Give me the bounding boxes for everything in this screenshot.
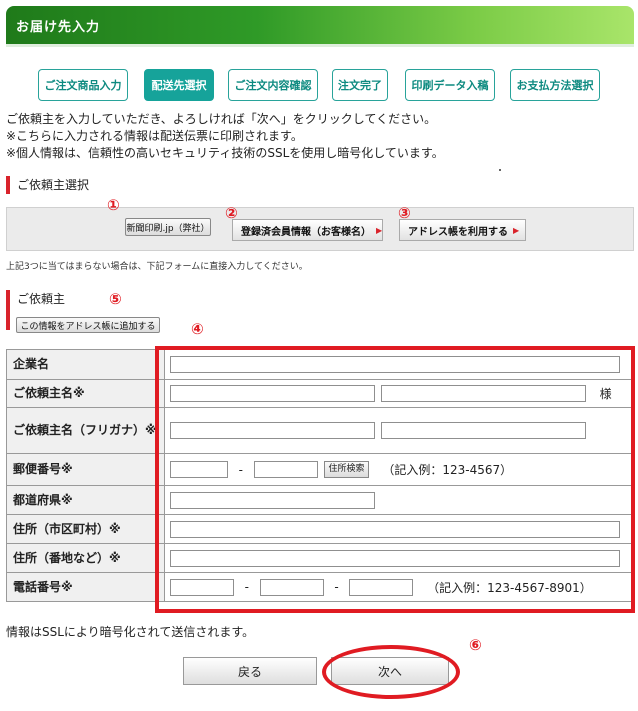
zip-cell: - 住所検索 （記入例：123-4567） <box>164 453 634 486</box>
registered-member-label: 登録済会員情報（お客様名） <box>241 226 371 238</box>
step-order-complete[interactable]: 注文完了 <box>332 69 388 101</box>
phone-separator: - <box>244 580 249 594</box>
phone-label: 電話番号※ <box>6 572 165 602</box>
annotation-number: ② <box>225 204 238 222</box>
back-button[interactable]: 戻る <box>183 657 317 685</box>
annotation-number: ① <box>107 196 120 214</box>
name-suffix: 様 <box>599 387 612 401</box>
annotation-number: ⑥ <box>469 636 482 654</box>
prefecture-input[interactable] <box>170 491 375 509</box>
last-name-input[interactable] <box>170 385 375 402</box>
zip-second-input[interactable] <box>253 461 318 478</box>
first-name-input[interactable] <box>380 385 586 402</box>
page-title: お届け先入力 <box>16 20 101 35</box>
step-order-items[interactable]: ご注文商品入力 <box>38 69 128 101</box>
company-cell <box>164 349 634 380</box>
city-label: 住所（市区町村）※ <box>6 514 165 544</box>
step-print-data-upload[interactable]: 印刷データ入稿 <box>405 69 495 101</box>
city-input[interactable] <box>170 520 620 538</box>
annotation-number: ④ <box>191 320 204 338</box>
name-label: ご依頼主名※ <box>6 379 165 408</box>
zip-hint: （記入例：123-4567） <box>382 463 513 477</box>
street-input[interactable] <box>170 549 620 567</box>
intro-line: ※個人情報は、信頼性の高いセキュリティ技術のSSLを使用し暗号化しています。 <box>6 146 444 160</box>
form-row-city: 住所（市区町村）※ <box>6 514 634 544</box>
ssl-note: 情報はSSLにより暗号化されて送信されます。 <box>6 625 255 639</box>
first-name-kana-input[interactable] <box>380 422 586 439</box>
phone-hint: （記入例：123-4567-8901） <box>427 580 592 595</box>
prefecture-cell <box>164 485 634 515</box>
intro-text: ご依頼主を入力していただき、よろしければ「次へ」をクリックしてください。 ※こち… <box>6 111 444 162</box>
arrow-right-icon: ▶ <box>376 225 383 235</box>
form-row-company: 企業名 <box>6 349 634 380</box>
city-cell <box>164 514 634 544</box>
company-input[interactable] <box>170 356 620 373</box>
annotation-number: ③ <box>398 204 411 222</box>
own-company-button[interactable]: 新聞印刷.jp（弊社） <box>125 218 211 236</box>
form-row-zip: 郵便番号※ - 住所検索 （記入例：123-4567） <box>6 453 634 486</box>
page-header: お届け先入力 <box>6 6 634 44</box>
direct-input-note: 上記3つに当てはまらない場合は、下記フォームに直接入力してください。 <box>6 262 308 272</box>
registered-member-button[interactable]: 登録済会員情報（お客様名） ▶ <box>232 219 383 241</box>
zip-label: 郵便番号※ <box>6 453 165 486</box>
street-cell <box>164 543 634 573</box>
next-button[interactable]: 次へ <box>331 657 449 685</box>
stray-dot <box>499 169 501 171</box>
intro-line: ご依頼主を入力していただき、よろしければ「次へ」をクリックしてください。 <box>6 112 437 126</box>
form-row-name: ご依頼主名※ 様 <box>6 379 634 408</box>
prefecture-label: 都道府県※ <box>6 485 165 515</box>
phone-separator: - <box>334 580 339 594</box>
requester-heading: ご依頼主 <box>17 292 66 306</box>
annotation-number: ⑤ <box>109 290 122 308</box>
kana-cell <box>164 407 634 454</box>
requester-select-box: 新聞印刷.jp（弊社） 登録済会員情報（お客様名） ▶ アドレス帳を利用する ▶ <box>6 207 634 251</box>
intro-line: ※こちらに入力される情報は配送伝票に印刷されます。 <box>6 129 303 143</box>
form-row-prefecture: 都道府県※ <box>6 485 634 515</box>
requester-select-heading: ご依頼主選択 <box>6 176 89 194</box>
zip-first-input[interactable] <box>170 461 228 478</box>
kana-label: ご依頼主名（フリガナ）※ <box>6 407 165 454</box>
step-order-confirm[interactable]: ご注文内容確認 <box>228 69 318 101</box>
phone-third-input[interactable] <box>349 578 414 596</box>
form-row-street: 住所（番地など）※ <box>6 543 634 573</box>
street-label: 住所（番地など）※ <box>6 543 165 573</box>
form-row-kana: ご依頼主名（フリガナ）※ <box>6 407 634 454</box>
phone-second-input[interactable] <box>259 578 324 596</box>
zip-search-button[interactable]: 住所検索 <box>324 461 369 478</box>
company-label: 企業名 <box>6 349 165 380</box>
zip-separator: - <box>238 462 243 477</box>
step-payment-method[interactable]: お支払方法選択 <box>510 69 600 101</box>
last-name-kana-input[interactable] <box>170 422 375 439</box>
phone-cell: - - （記入例：123-4567-8901） <box>164 572 634 602</box>
add-to-address-book-button[interactable]: この情報をアドレス帳に追加する <box>16 317 160 333</box>
phone-first-input[interactable] <box>170 578 234 596</box>
form-row-phone: 電話番号※ - - （記入例：123-4567-8901） <box>6 572 634 602</box>
address-book-label: アドレス帳を利用する <box>408 226 508 238</box>
step-delivery-select[interactable]: 配送先選択 <box>144 69 214 101</box>
name-cell: 様 <box>164 379 634 408</box>
requester-form: 企業名 ご依頼主名※ 様 ご依頼主名（フリガナ）※ 郵便番号※ - 住所検索 （… <box>6 349 634 602</box>
arrow-right-icon: ▶ <box>513 225 520 235</box>
address-book-button[interactable]: アドレス帳を利用する ▶ <box>399 219 526 241</box>
